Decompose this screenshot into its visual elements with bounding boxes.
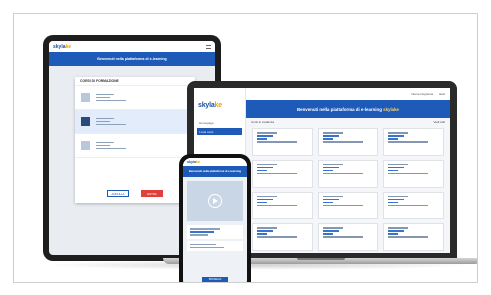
laptop-main: Nome Cognome Esci Benvenuti nella piatta… [246,88,450,253]
course-card-grid [246,126,450,253]
course-card[interactable] [252,223,313,251]
phone-welcome-banner: Benvenuti nella piattaforma di e-learnin… [183,166,247,177]
course-list-item[interactable] [75,134,195,158]
phone-content-section [187,240,243,251]
course-card[interactable] [383,223,444,251]
user-name-link[interactable]: Nome Cognome [411,92,433,96]
laptop-welcome-banner: Benvenuti nella piattaforma di e-learnin… [246,100,450,118]
laptop-logo: skylake [198,102,222,109]
see-all-link[interactable]: Vedi tutti [433,120,445,124]
course-thumbnail [81,93,90,102]
logout-link[interactable]: Esci [439,92,445,96]
hamburger-menu-icon[interactable] [206,44,211,49]
enter-button[interactable]: ENTRA [141,190,163,197]
course-list-item-selected[interactable] [75,110,195,134]
product-mockup-frame: skylake Benvenuti nella piattaforma di e… [13,13,478,283]
course-card[interactable] [252,128,313,156]
course-card[interactable] [317,191,379,220]
course-thumbnail [81,141,90,150]
phone-logo: skylake [187,160,200,164]
phone-screen: skylake Benvenuti nella piattaforma di e… [183,158,247,282]
course-list-item[interactable] [75,86,195,110]
featured-label: Corsi in evidenza [251,120,275,124]
play-icon[interactable] [208,194,222,208]
course-card[interactable] [383,191,444,220]
laptop-topbar: Nome Cognome Esci [246,88,450,100]
course-card[interactable] [317,159,379,188]
course-filter-bar: Corsi in evidenza Vedi tutti [246,118,450,126]
course-card[interactable] [252,159,313,188]
video-player[interactable] [187,181,243,221]
phone-device: skylake Benvenuti nella piattaforma di e… [179,154,251,282]
course-card[interactable] [383,128,444,156]
course-card[interactable] [252,191,313,220]
course-selection-modal: CORSI DI FORMAZIONE ANNULLA ENTRA [75,77,195,203]
phone-topbar: skylake [183,158,247,166]
laptop-trackpad-notch [297,258,345,260]
phone-content-section [187,225,243,239]
tablet-topbar: skylake [49,41,215,52]
tablet-welcome-banner: Benvenuti nella piattaforma di e-learnin… [49,52,215,66]
modal-title: CORSI DI FORMAZIONE [75,77,195,86]
course-card[interactable] [383,159,444,188]
course-card[interactable] [317,223,379,251]
sidebar-item-my-courses[interactable]: I miei corsi [197,128,242,135]
course-thumbnail [81,117,90,126]
tablet-logo: skylake [53,43,72,50]
cancel-button[interactable]: ANNULLA [107,190,129,197]
continue-button[interactable]: PROSEGUI [202,277,228,282]
course-card[interactable] [317,128,379,156]
sidebar-item-homepage[interactable]: Homepage [197,119,242,126]
